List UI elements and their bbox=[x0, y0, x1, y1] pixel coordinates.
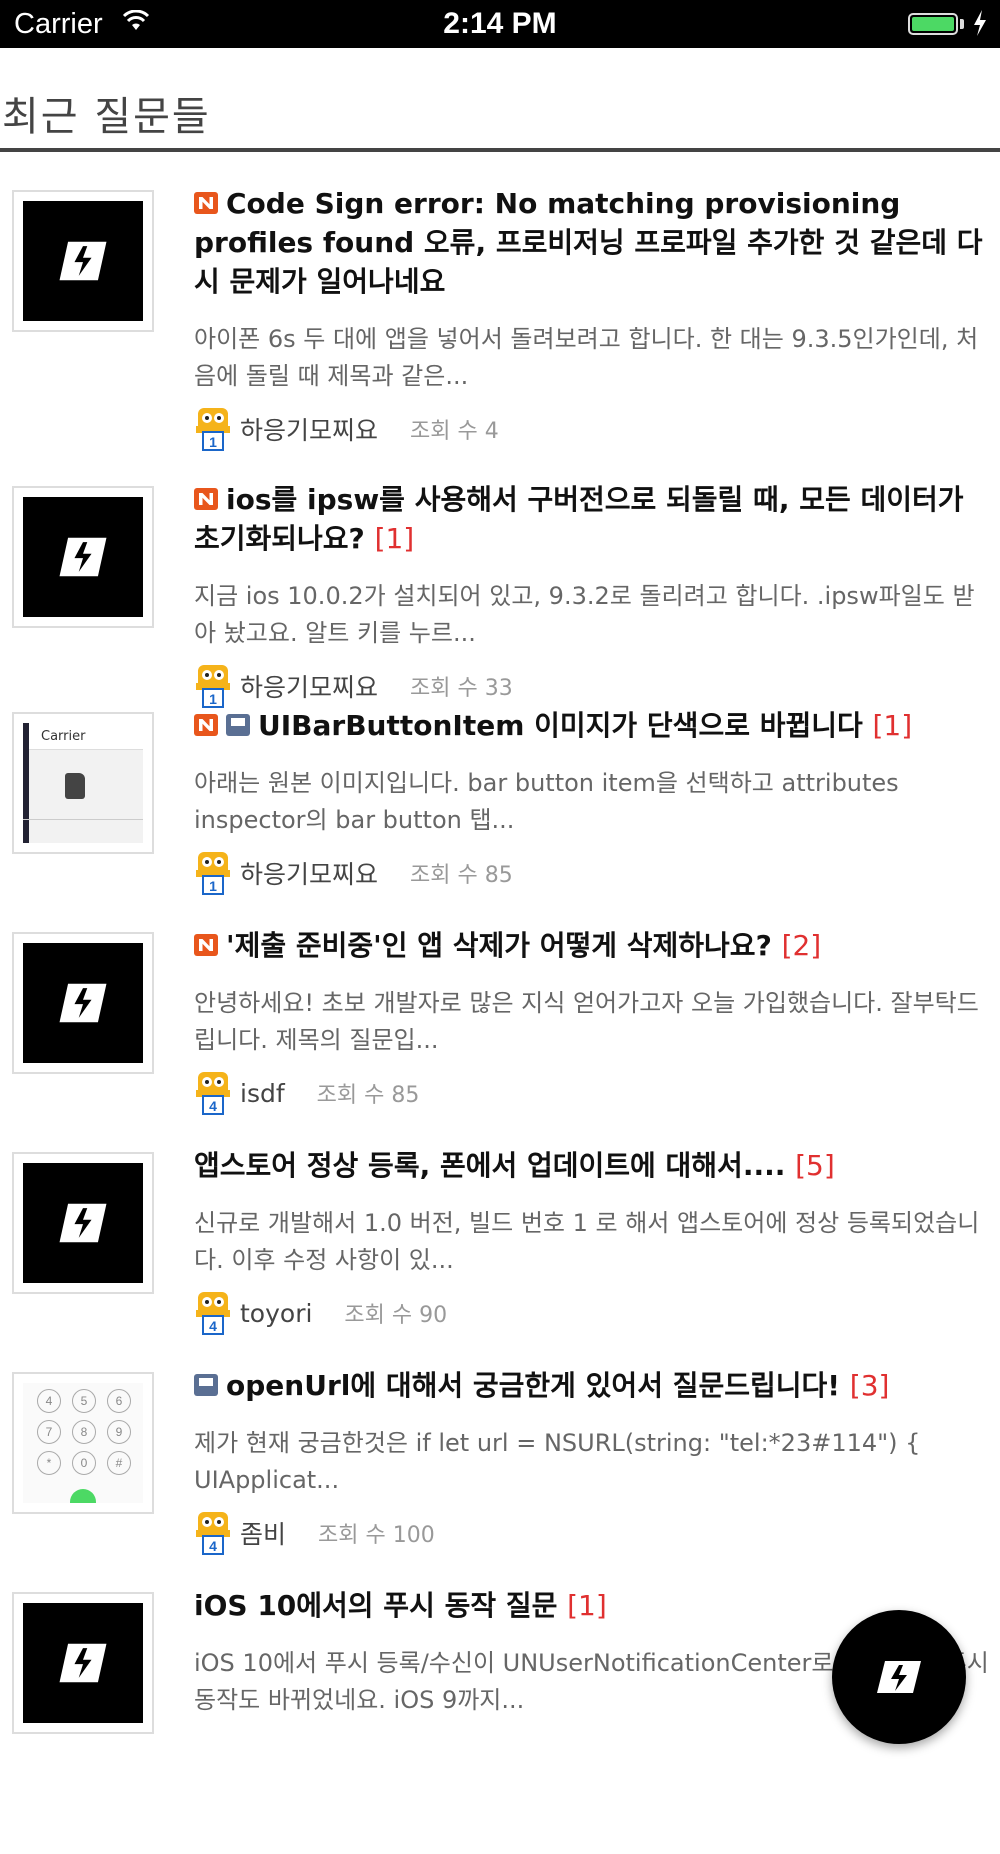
thumbnail-logo bbox=[23, 201, 143, 321]
thumbnail-screenshot: Carrier bbox=[23, 723, 143, 843]
user-level-avatar-icon: 4 bbox=[196, 1292, 230, 1335]
thumbnail-logo bbox=[23, 1603, 143, 1723]
dialpad-key: 0 bbox=[72, 1451, 96, 1475]
view-count: 조회 수 90 bbox=[344, 1303, 448, 1328]
question-title-text: ios를 ipsw를 사용해서 구버전으로 되돌릴 때, 모든 데이터가 초기화… bbox=[194, 483, 964, 555]
author-name[interactable]: 하응기모찌요 bbox=[240, 411, 378, 447]
n-icon bbox=[194, 714, 218, 736]
question-title-text: openUrl에 대해서 궁금한게 있어서 질문드립니다! bbox=[226, 1369, 841, 1402]
n-icon bbox=[194, 192, 218, 214]
user-level-avatar-icon: 1 bbox=[196, 852, 230, 895]
user-level-avatar-icon: 4 bbox=[196, 1512, 230, 1555]
question-title[interactable]: 앱스토어 정상 등록, 폰에서 업데이트에 대해서.... [5] bbox=[194, 1146, 988, 1185]
question-excerpt: 아이폰 6s 두 대에 앱을 넣어서 돌려보려고 합니다. 한 대는 9.3.5… bbox=[194, 325, 979, 390]
question-excerpt: 안녕하세요! 초보 개발자로 많은 지식 얻어가고자 오늘 가입했습니다. 잘부… bbox=[194, 989, 979, 1054]
author-name[interactable]: 하응기모찌요 bbox=[240, 855, 378, 891]
answer-count: [1] bbox=[567, 1589, 607, 1622]
battery-icon bbox=[908, 13, 958, 35]
status-bar: Carrier 2:14 PM bbox=[0, 0, 1000, 48]
n-icon bbox=[194, 934, 218, 956]
question-thumbnail[interactable] bbox=[12, 932, 154, 1074]
thumbnail-logo bbox=[23, 1163, 143, 1283]
dialpad-key: 4 bbox=[37, 1389, 61, 1413]
question-excerpt: 제가 현재 궁금한것은 if let url = NSURL(string: "… bbox=[194, 1429, 921, 1494]
page-header: 최근 질문들 bbox=[0, 48, 1000, 152]
logo-icon bbox=[877, 1661, 921, 1693]
question-thumbnail[interactable] bbox=[12, 1592, 154, 1734]
floating-action-button[interactable] bbox=[832, 1610, 966, 1744]
file-icon bbox=[226, 714, 250, 736]
question-title[interactable]: openUrl에 대해서 궁금한게 있어서 질문드립니다! [3] bbox=[194, 1366, 988, 1405]
answer-count: [1] bbox=[374, 522, 415, 555]
question-title-text: '제출 준비중'인 앱 삭제가 어떻게 삭제하나요? bbox=[226, 929, 772, 962]
view-count: 조회 수 85 bbox=[316, 1083, 420, 1108]
svg-text:1: 1 bbox=[209, 878, 217, 894]
logo-icon bbox=[59, 1643, 107, 1683]
answer-count: [3] bbox=[849, 1369, 890, 1402]
page-title: 최근 질문들 bbox=[2, 94, 211, 140]
question-meta: 4 toyori 조회 수 90 bbox=[194, 1291, 447, 1335]
dialpad-key: 6 bbox=[107, 1389, 131, 1413]
dialpad-key: 9 bbox=[107, 1420, 131, 1444]
dialpad-key: 8 bbox=[72, 1420, 96, 1444]
thumbnail-dialpad: 4 5 6 7 8 9 * 0 # bbox=[23, 1383, 143, 1503]
thumbnail-carrier-label: Carrier bbox=[41, 729, 86, 744]
question-thumbnail[interactable] bbox=[12, 190, 154, 332]
answer-count: [2] bbox=[781, 929, 822, 962]
status-time: 2:14 PM bbox=[443, 7, 557, 40]
author-name[interactable]: toyori bbox=[240, 1299, 312, 1328]
question-item[interactable]: Code Sign error: No matching provisionin… bbox=[0, 152, 1000, 452]
question-excerpt: 신규로 개발해서 1.0 버전, 빌드 번호 1 로 해서 앱스토어에 정상 등… bbox=[194, 1209, 980, 1274]
question-thumbnail[interactable]: 4 5 6 7 8 9 * 0 # bbox=[12, 1372, 154, 1514]
dialpad-key: 7 bbox=[37, 1420, 61, 1444]
question-title-text: iOS 10에서의 푸시 동작 질문 bbox=[194, 1589, 558, 1622]
thumbnail-footer bbox=[23, 819, 143, 820]
view-count: 조회 수 85 bbox=[410, 863, 513, 888]
question-excerpt: 지금 ios 10.0.2가 설치되어 있고, 9.3.2로 돌리려고 합니다.… bbox=[194, 582, 975, 647]
question-meta: 4 좀비 조회 수 100 bbox=[194, 1511, 435, 1555]
answer-count: [1] bbox=[872, 709, 913, 742]
view-count: 조회 수 100 bbox=[318, 1523, 435, 1548]
thumbnail-logo bbox=[23, 943, 143, 1063]
question-title-text: 앱스토어 정상 등록, 폰에서 업데이트에 대해서.... bbox=[194, 1149, 786, 1182]
user-level-avatar-icon: 1 bbox=[196, 408, 230, 451]
dialpad-key: # bbox=[107, 1451, 131, 1475]
svg-text:4: 4 bbox=[209, 1538, 217, 1554]
battery-tip bbox=[960, 19, 964, 29]
user-level-avatar-icon: 4 bbox=[196, 1072, 230, 1115]
logo-icon bbox=[59, 537, 107, 577]
thumbnail-status-bar: Carrier bbox=[23, 723, 143, 750]
question-meta: 1 하응기모찌요 조회 수 85 bbox=[194, 851, 513, 895]
question-title-text: Code Sign error: No matching provisionin… bbox=[194, 187, 983, 298]
author-name[interactable]: 좀비 bbox=[240, 1515, 286, 1551]
logo-icon bbox=[59, 1203, 107, 1243]
question-title[interactable]: Code Sign error: No matching provisionin… bbox=[194, 184, 988, 301]
answer-count: [5] bbox=[795, 1149, 835, 1182]
question-excerpt: 아래는 원본 이미지입니다. bar button item을 선택하고 att… bbox=[194, 769, 899, 834]
question-title[interactable]: UIBarButtonItem 이미지가 단색으로 바뀝니다 [1] bbox=[194, 706, 988, 745]
file-icon bbox=[194, 1374, 218, 1396]
question-title[interactable]: '제출 준비중'인 앱 삭제가 어떻게 삭제하나요? [2] bbox=[194, 926, 988, 965]
dialpad-call-button bbox=[70, 1489, 96, 1503]
question-title-text: UIBarButtonItem 이미지가 단색으로 바뀝니다 bbox=[258, 709, 863, 742]
question-thumbnail[interactable] bbox=[12, 486, 154, 628]
logo-icon bbox=[59, 241, 107, 281]
charging-bolt-icon bbox=[974, 10, 986, 36]
question-thumbnail[interactable] bbox=[12, 1152, 154, 1294]
question-title[interactable]: ios를 ipsw를 사용해서 구버전으로 되돌릴 때, 모든 데이터가 초기화… bbox=[194, 480, 988, 558]
logo-icon bbox=[59, 983, 107, 1023]
n-icon bbox=[194, 488, 218, 510]
svg-text:4: 4 bbox=[209, 1098, 217, 1114]
dialpad-key: * bbox=[37, 1451, 61, 1475]
svg-text:4: 4 bbox=[209, 1318, 217, 1334]
thumbnail-logo bbox=[23, 497, 143, 617]
thumbnail-item-icon bbox=[65, 773, 85, 799]
question-meta: 4 isdf 조회 수 85 bbox=[194, 1071, 419, 1115]
view-count: 조회 수 4 bbox=[410, 419, 499, 444]
thumbnail-sidebar bbox=[23, 723, 29, 843]
question-meta: 1 하응기모찌요 조회 수 4 bbox=[194, 407, 499, 451]
author-name[interactable]: isdf bbox=[240, 1079, 285, 1108]
dialpad-key: 5 bbox=[72, 1389, 96, 1413]
question-thumbnail[interactable]: Carrier bbox=[12, 712, 154, 854]
